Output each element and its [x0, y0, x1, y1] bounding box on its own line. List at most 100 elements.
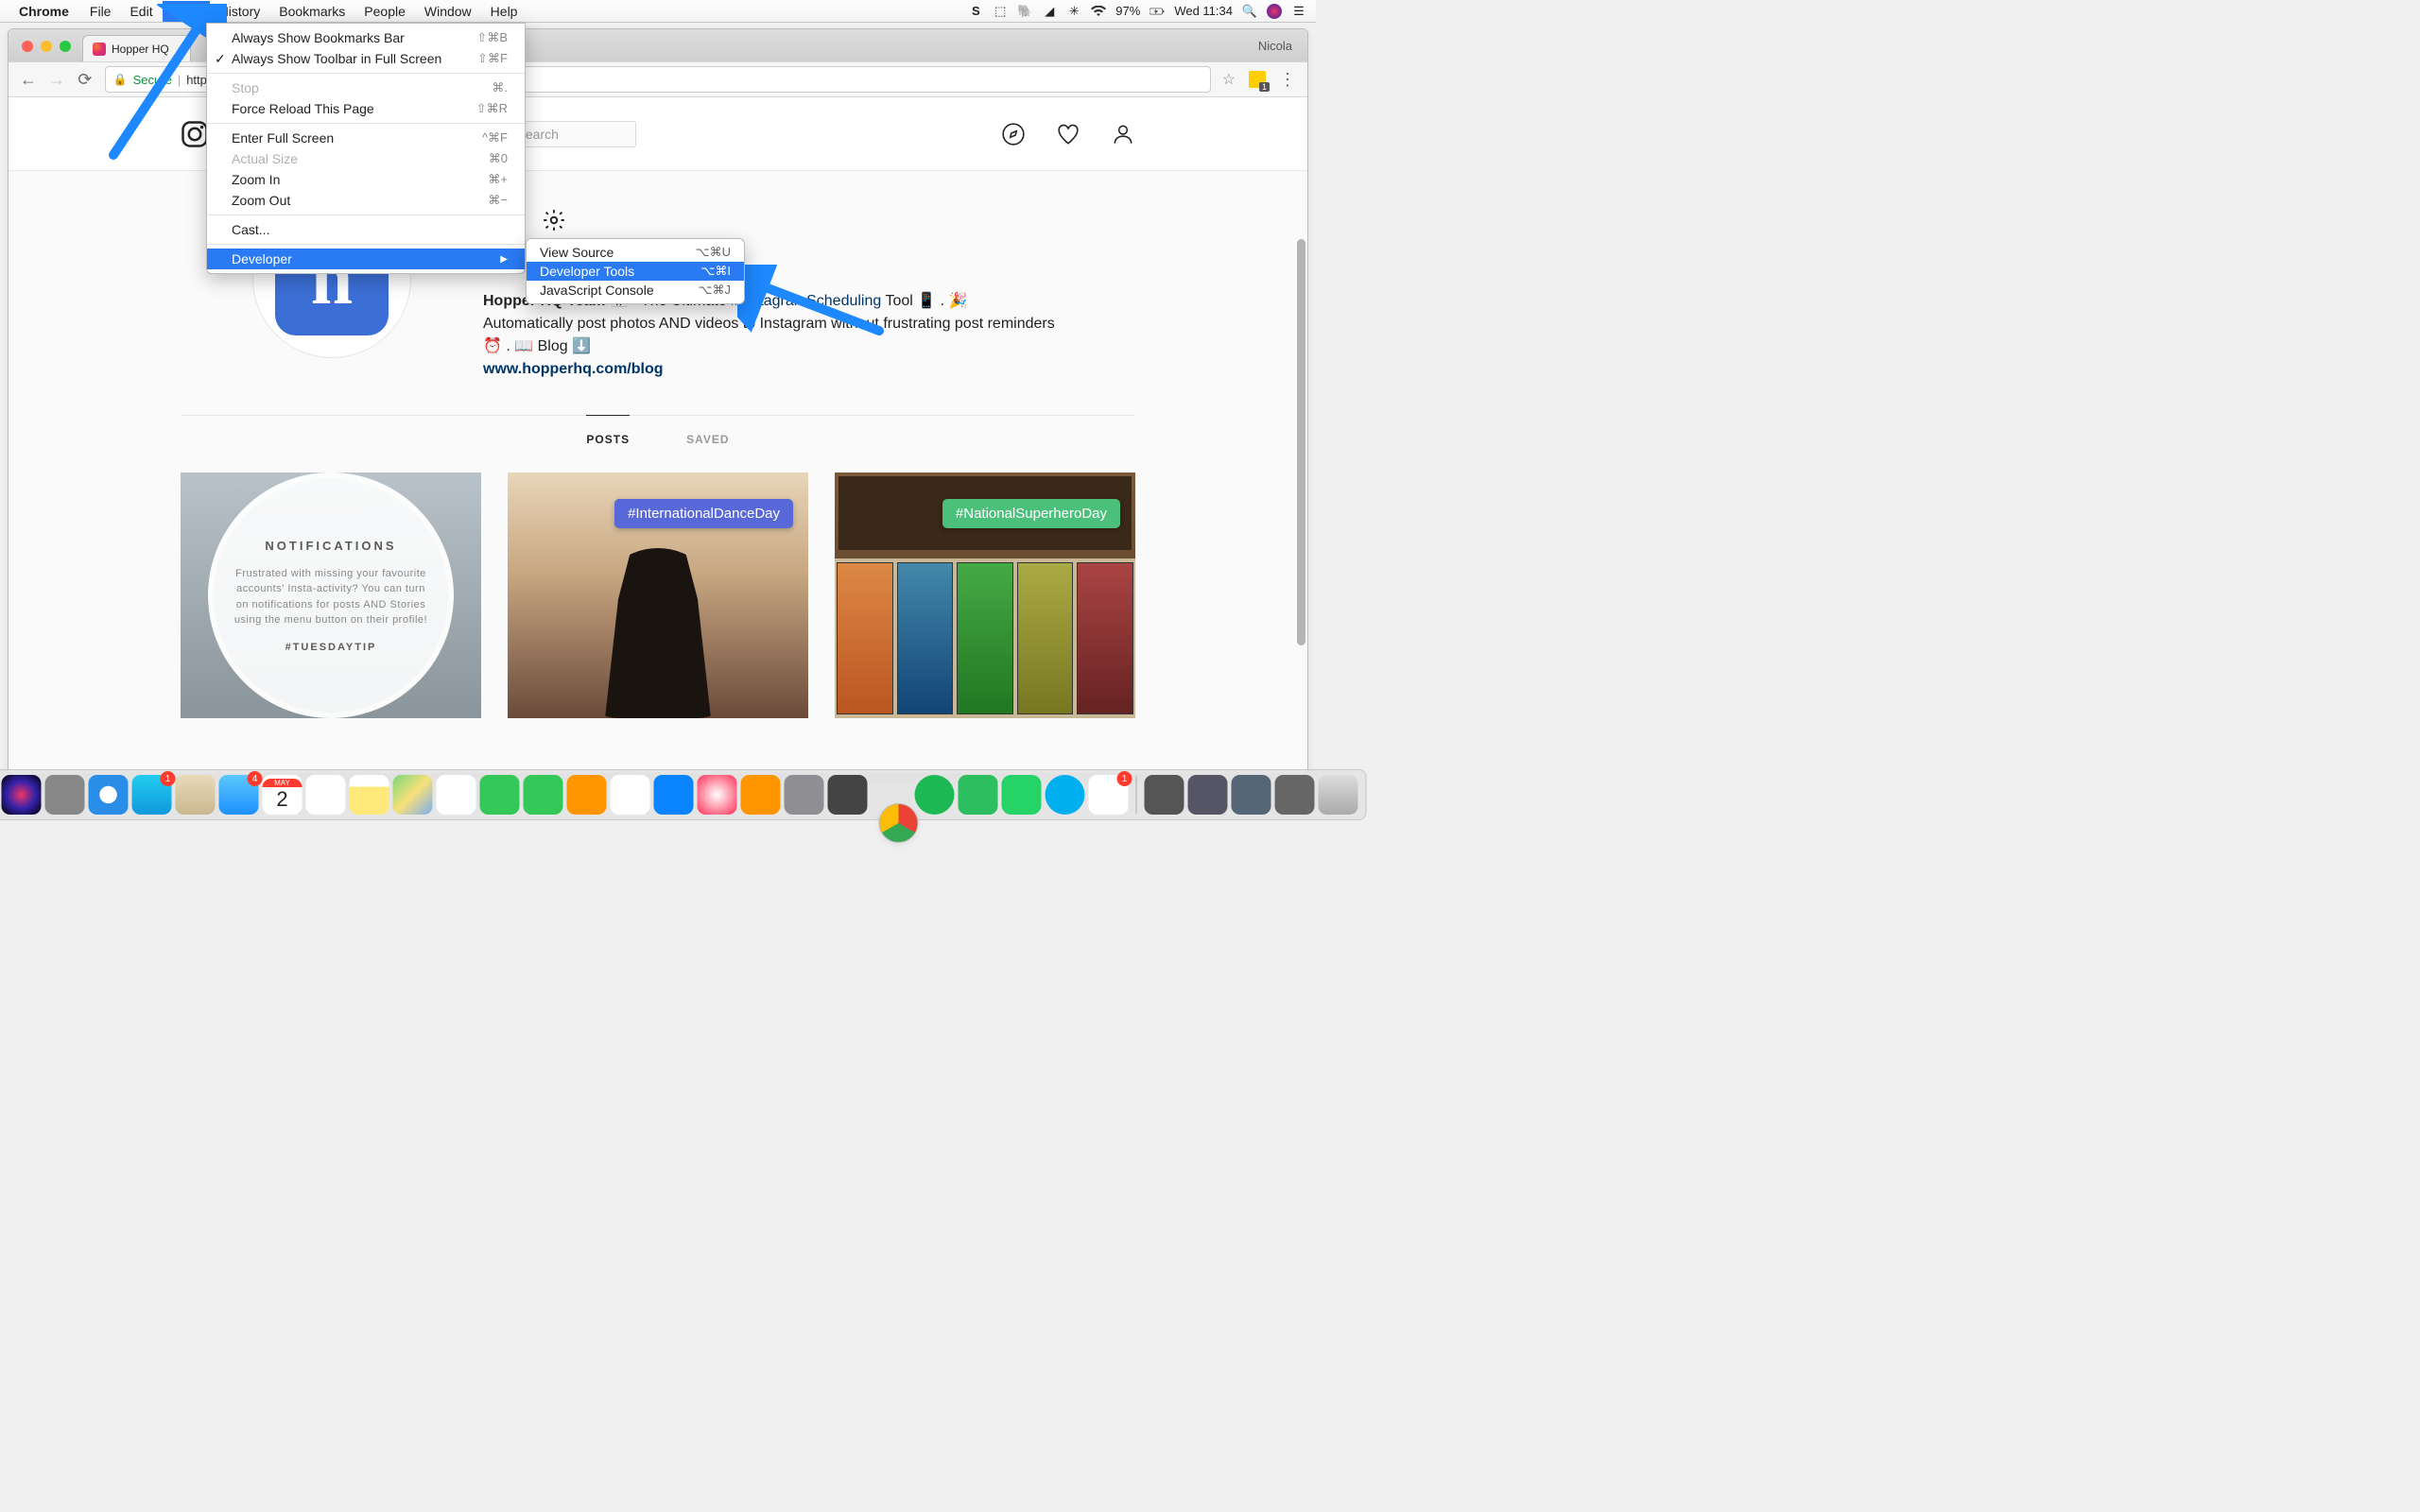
- menu-item-toolbar-fullscreen[interactable]: ✓Always Show Toolbar in Full Screen⇧⌘F: [207, 48, 525, 69]
- extension-badge: 1: [1259, 82, 1270, 92]
- dock-notes-icon[interactable]: [350, 775, 389, 815]
- menu-edit[interactable]: Edit: [120, 1, 162, 22]
- dock-launchpad-icon[interactable]: [45, 775, 85, 815]
- drive-menubar-icon[interactable]: ◢: [1042, 4, 1057, 19]
- instagram-logo-icon[interactable]: [181, 120, 209, 148]
- tab-posts[interactable]: POSTS: [586, 415, 630, 463]
- dock-siri-icon[interactable]: [2, 775, 42, 815]
- dock-folder-3-icon[interactable]: [1232, 775, 1271, 815]
- menu-item-zoom-out[interactable]: Zoom Out⌘−: [207, 190, 525, 211]
- reload-button[interactable]: ⟳: [77, 69, 94, 90]
- post-tile-3[interactable]: #NationalSuperheroDay: [835, 472, 1135, 718]
- explore-icon[interactable]: [1001, 122, 1026, 146]
- wifi-menubar-icon[interactable]: [1091, 4, 1106, 19]
- dock-folder-icon[interactable]: [1145, 775, 1184, 815]
- settings-gear-icon[interactable]: [542, 208, 566, 232]
- menu-help[interactable]: Help: [481, 1, 527, 22]
- menu-item-cast[interactable]: Cast...: [207, 219, 525, 240]
- menu-item-zoom-in[interactable]: Zoom In⌘+: [207, 169, 525, 190]
- battery-percent[interactable]: 97%: [1115, 4, 1140, 18]
- dock-keynote-icon[interactable]: [654, 775, 694, 815]
- extension-icon[interactable]: 1: [1249, 71, 1266, 88]
- menu-item-fullscreen[interactable]: Enter Full Screen^⌘F: [207, 128, 525, 148]
- dropbox-menubar-icon[interactable]: ⬚: [993, 4, 1008, 19]
- activity-heart-icon[interactable]: [1056, 122, 1080, 146]
- dock-whatsapp-icon[interactable]: [1002, 775, 1042, 815]
- dock-messages-icon[interactable]: [480, 775, 520, 815]
- dock-evernote-icon[interactable]: [959, 775, 998, 815]
- dock-itunes-icon[interactable]: [698, 775, 737, 815]
- dock-spotify-icon[interactable]: [915, 775, 955, 815]
- profile-tabs: POSTS SAVED: [181, 415, 1135, 463]
- window-zoom-button[interactable]: [60, 41, 71, 52]
- developer-submenu: View Source⌥⌘U Developer Tools⌥⌘I JavaSc…: [526, 238, 745, 304]
- dock-chrome-icon[interactable]: [879, 803, 919, 843]
- mac-dock: 1 4 MAY2 1: [0, 769, 1367, 820]
- post-tile-2[interactable]: #InternationalDanceDay: [508, 472, 808, 718]
- posts-grid: NOTIFICATIONS Frustrated with missing yo…: [181, 472, 1135, 718]
- tab-saved[interactable]: SAVED: [686, 415, 729, 463]
- menu-item-stop: Stop⌘.: [207, 77, 525, 98]
- dock-slack-icon[interactable]: 1: [1089, 775, 1129, 815]
- skype-menubar-icon[interactable]: S: [968, 4, 983, 19]
- menu-item-force-reload[interactable]: Force Reload This Page⇧⌘R: [207, 98, 525, 119]
- chrome-window: Hopper HQ Nicola ← → ⟳ 🔒 Secure | http ☆…: [8, 28, 1308, 775]
- chrome-profile-name[interactable]: Nicola: [1258, 39, 1292, 53]
- window-close-button[interactable]: [22, 41, 33, 52]
- browser-tab[interactable]: Hopper HQ: [82, 35, 191, 61]
- menu-window[interactable]: Window: [415, 1, 481, 22]
- bio-hashtag[interactable]: #InstagramScheduling: [731, 293, 881, 309]
- menu-view[interactable]: View: [163, 1, 210, 22]
- menu-file[interactable]: File: [80, 1, 121, 22]
- submenu-js-console[interactable]: JavaScript Console⌥⌘J: [527, 281, 744, 300]
- dock-ibooks-icon[interactable]: [741, 775, 781, 815]
- post-tile-1[interactable]: NOTIFICATIONS Frustrated with missing yo…: [181, 472, 481, 718]
- instagram-favicon-icon: [93, 43, 106, 56]
- dock-downloads-icon[interactable]: [1275, 775, 1315, 815]
- menu-item-developer[interactable]: Developer▶: [207, 249, 525, 269]
- dock-folder-2-icon[interactable]: [1188, 775, 1228, 815]
- dock-facetime-icon[interactable]: [524, 775, 563, 815]
- dock-skype-icon[interactable]: [1046, 775, 1085, 815]
- window-minimize-button[interactable]: [41, 41, 52, 52]
- menu-people[interactable]: People: [354, 1, 415, 22]
- dock-reminders-icon[interactable]: [306, 775, 346, 815]
- dock-preferences-icon[interactable]: [785, 775, 824, 815]
- submenu-arrow-icon: ▶: [500, 254, 508, 265]
- dock-mail-icon[interactable]: 4: [219, 775, 259, 815]
- back-button[interactable]: ←: [20, 69, 37, 90]
- chrome-menu-icon[interactable]: ⋮: [1279, 70, 1296, 90]
- spotlight-icon[interactable]: 🔍: [1242, 4, 1257, 19]
- bio-line2: Automatically post photos AND videos to …: [483, 316, 1055, 354]
- notification-center-icon[interactable]: ☰: [1291, 4, 1306, 19]
- forward-button[interactable]: →: [48, 69, 65, 90]
- menu-item-bookmarks-bar[interactable]: Always Show Bookmarks Bar⇧⌘B: [207, 27, 525, 48]
- submenu-developer-tools[interactable]: Developer Tools⌥⌘I: [527, 262, 744, 281]
- dock-sublime-icon[interactable]: [828, 775, 868, 815]
- dock-calendar-icon[interactable]: MAY2: [263, 775, 302, 815]
- dock-numbers-icon[interactable]: [611, 775, 650, 815]
- dock-photos-icon[interactable]: [437, 775, 476, 815]
- bookmark-star-icon[interactable]: ☆: [1222, 70, 1236, 89]
- dock-contacts-icon[interactable]: [176, 775, 216, 815]
- submenu-view-source[interactable]: View Source⌥⌘U: [527, 243, 744, 262]
- dock-safari-icon[interactable]: [89, 775, 129, 815]
- menubar-app-name[interactable]: Chrome: [19, 4, 69, 19]
- dock-maps-icon[interactable]: [393, 775, 433, 815]
- bluetooth-menubar-icon[interactable]: ✳: [1066, 4, 1081, 19]
- menu-bookmarks[interactable]: Bookmarks: [269, 1, 354, 22]
- dock-trash-icon[interactable]: [1319, 775, 1358, 815]
- menu-history[interactable]: History: [210, 1, 270, 22]
- tile2-tag: #InternationalDanceDay: [614, 499, 793, 528]
- siri-menubar-icon[interactable]: [1267, 4, 1282, 19]
- dock-pages-icon[interactable]: [567, 775, 607, 815]
- page-content: 🔍 Search h file: [9, 97, 1307, 774]
- scrollbar[interactable]: [1297, 239, 1305, 645]
- lock-icon: 🔒: [113, 73, 128, 86]
- dock-appstore-icon[interactable]: 1: [132, 775, 172, 815]
- evernote-menubar-icon[interactable]: 🐘: [1017, 4, 1032, 19]
- bio-link[interactable]: www.hopperhq.com/blog: [483, 361, 664, 377]
- tab-title: Hopper HQ: [112, 43, 169, 56]
- menubar-clock[interactable]: Wed 11:34: [1174, 4, 1233, 18]
- profile-icon[interactable]: [1111, 122, 1135, 146]
